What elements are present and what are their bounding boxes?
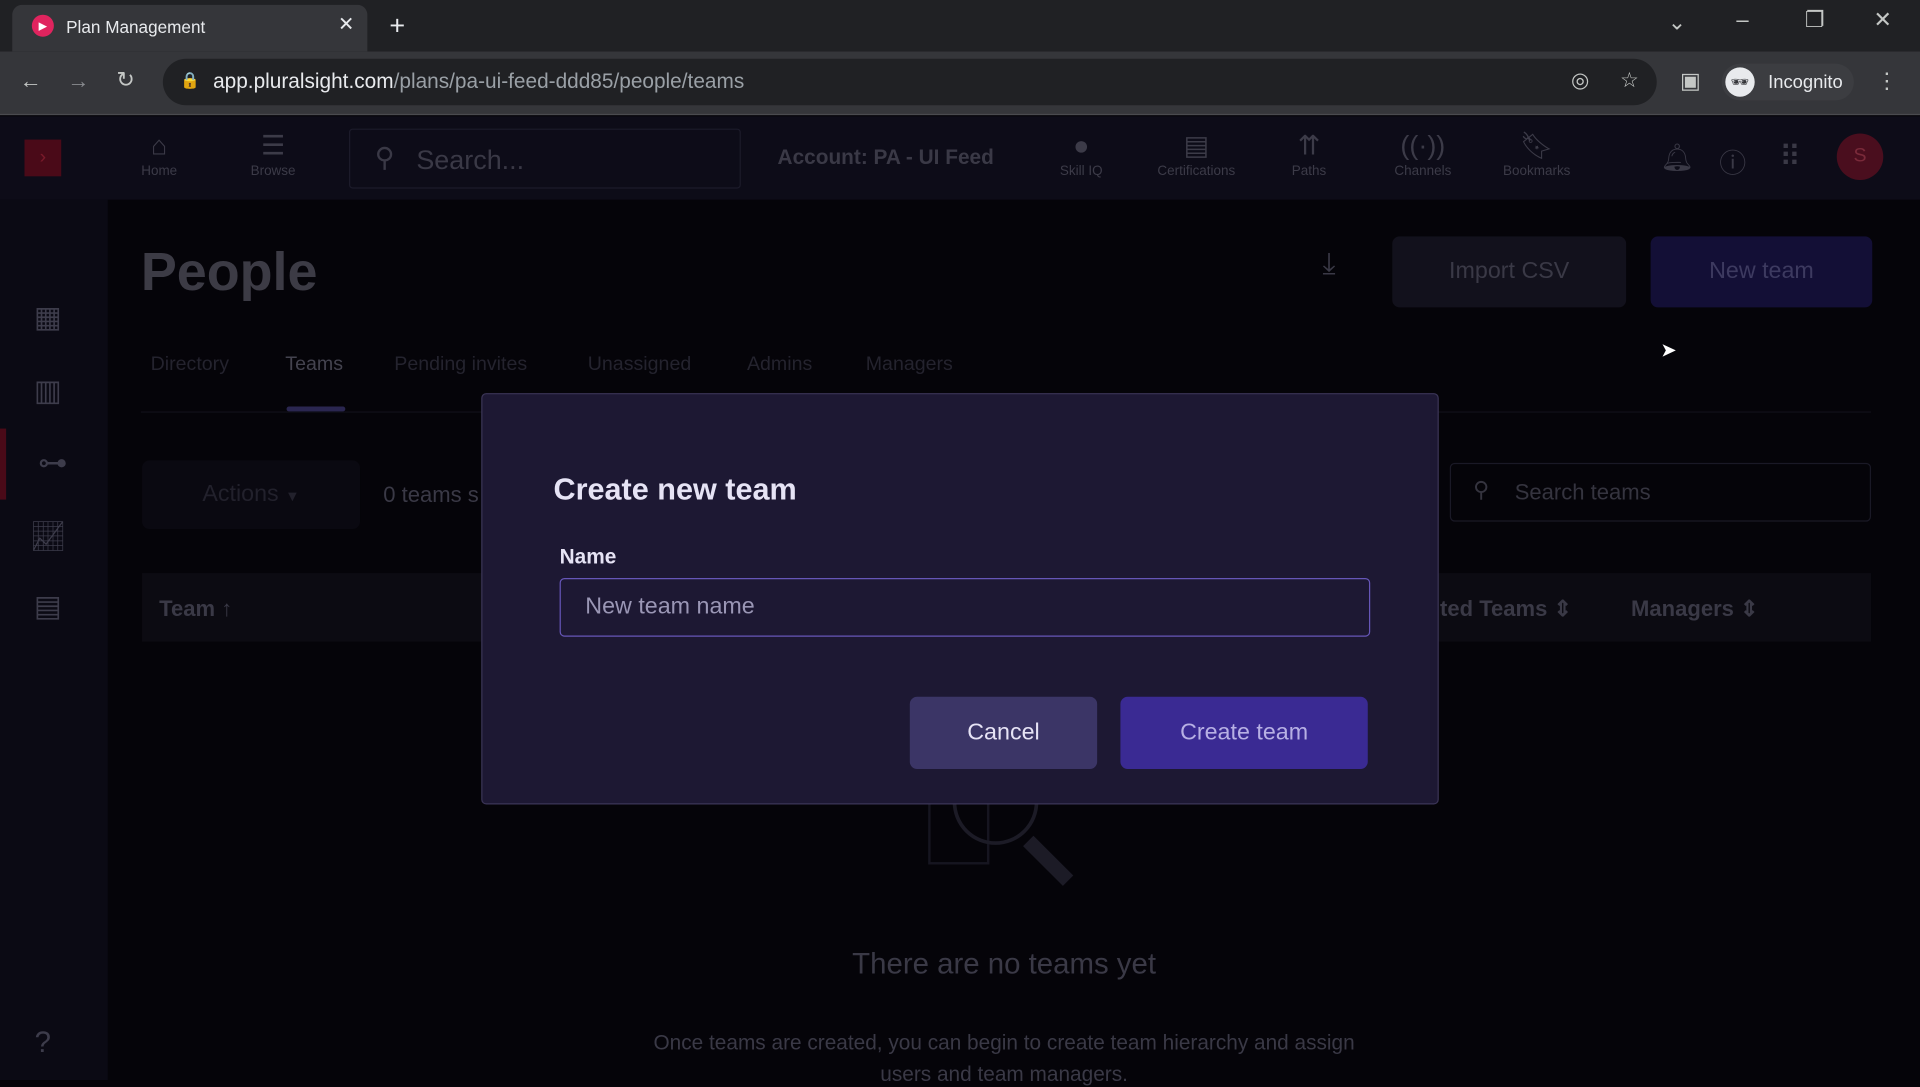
search-teams-placeholder: Search teams xyxy=(1514,480,1651,505)
column-managers[interactable]: Managers ⇕ xyxy=(1631,596,1759,622)
search-icon: ⚲ xyxy=(374,142,395,173)
sidebar-active-indicator xyxy=(0,428,7,500)
search-icon: ⚲ xyxy=(1473,477,1490,503)
modal-title: Create new team xyxy=(553,472,797,507)
dashboard-icon[interactable]: ▦ xyxy=(29,300,66,337)
certifications-icon: ▤ xyxy=(1183,129,1210,161)
nav-label: Certifications xyxy=(1157,164,1236,179)
close-window-icon[interactable]: ✕ xyxy=(1873,7,1891,33)
empty-description: Once teams are created, you can begin to… xyxy=(653,1031,1355,1055)
teams-count: 0 teams s xyxy=(383,482,479,507)
nav-home[interactable]: ⌂ Home xyxy=(116,130,202,179)
nav-label: Paths xyxy=(1291,164,1327,179)
pluralsight-logo[interactable]: › xyxy=(24,139,62,177)
nav-label: Browse xyxy=(250,164,296,179)
nav-bookmarks[interactable]: 🔖︎ Bookmarks xyxy=(1494,130,1580,179)
column-nested-teams[interactable]: ted Teams ⇕ xyxy=(1440,596,1572,622)
tab-active-underline xyxy=(286,406,346,412)
browser-tab[interactable]: ▶ Plan Management ✕ xyxy=(12,4,368,52)
minimize-icon[interactable]: – xyxy=(1736,7,1748,33)
tab-managers[interactable]: Managers xyxy=(866,354,953,376)
tab-directory[interactable]: Directory xyxy=(151,354,229,376)
pluralsight-favicon: ▶ xyxy=(31,14,54,37)
account-label: Account: PA - UI Feed xyxy=(777,145,994,169)
analytics-icon[interactable]: 📈︎ xyxy=(29,519,66,556)
import-csv-button[interactable]: Import CSV xyxy=(1392,236,1627,308)
profile-label: Incognito xyxy=(1768,72,1843,94)
lock-icon: 🔒 xyxy=(180,71,200,90)
close-tab-icon[interactable]: ✕ xyxy=(338,12,354,36)
channels-icon: ((·)) xyxy=(1400,129,1446,161)
help-circle-icon[interactable]: ? xyxy=(24,1026,61,1063)
tab-teams[interactable]: Teams xyxy=(285,354,343,376)
create-team-modal: Create new team Name Cancel Create team xyxy=(481,393,1439,805)
empty-title: There are no teams yet xyxy=(852,947,1157,981)
incognito-badge[interactable]: 🕶 Incognito xyxy=(1721,63,1854,101)
nav-label: Skill IQ xyxy=(1059,164,1103,179)
new-tab-icon[interactable]: + xyxy=(389,10,405,42)
menu-icon[interactable]: ⋮ xyxy=(1876,69,1898,95)
plan-icon[interactable]: ▥ xyxy=(29,373,66,410)
back-icon[interactable]: ← xyxy=(20,69,42,95)
restore-icon[interactable]: ❐ xyxy=(1805,7,1825,33)
nav-channels[interactable]: ((·)) Channels xyxy=(1380,130,1466,179)
reports-icon[interactable]: ▤ xyxy=(29,589,66,626)
skill-iq-icon: ● xyxy=(1073,129,1090,161)
actions-dropdown[interactable]: Actions ▼ xyxy=(142,460,361,529)
url-bar[interactable]: 🔒 app.pluralsight.com/plans/pa-ui-feed-d… xyxy=(162,58,1657,106)
incognito-icon: 🕶 xyxy=(1725,67,1755,97)
mouse-cursor: ➤ xyxy=(1660,340,1677,362)
empty-description-2: users and team managers. xyxy=(880,1062,1128,1087)
side-panel-icon[interactable]: ▣ xyxy=(1680,69,1701,95)
cancel-button[interactable]: Cancel xyxy=(909,696,1098,769)
browse-icon: ☰ xyxy=(260,129,286,161)
help-icon[interactable]: ⓘ xyxy=(1719,142,1746,181)
team-name-input[interactable] xyxy=(559,577,1371,637)
nav-label: Bookmarks xyxy=(1503,164,1571,179)
global-search[interactable]: ⚲ Search... xyxy=(348,128,741,189)
bookmark-icon: 🔖︎ xyxy=(1519,129,1554,161)
apps-grid-icon[interactable]: ⠿ xyxy=(1779,140,1801,176)
paths-icon: ⇈ xyxy=(1297,129,1321,161)
nav-label: Home xyxy=(141,164,178,179)
url-text: app.pluralsight.com/plans/pa-ui-feed-ddd… xyxy=(213,70,744,94)
nav-paths[interactable]: ⇈ Paths xyxy=(1266,130,1352,179)
search-teams-input[interactable]: ⚲ Search teams xyxy=(1449,462,1872,522)
caret-down-icon: ▼ xyxy=(285,487,300,505)
download-icon[interactable]: ⤓ xyxy=(1322,247,1335,281)
people-hierarchy-icon[interactable]: ⊶ xyxy=(34,446,71,483)
tab-admins[interactable]: Admins xyxy=(747,354,812,376)
url-host: app.pluralsight.com xyxy=(213,69,394,94)
tab-unassigned[interactable]: Unassigned xyxy=(588,354,691,376)
nav-label: Channels xyxy=(1394,164,1452,179)
column-team[interactable]: Team ↑ xyxy=(159,596,232,622)
eye-off-icon[interactable]: ◎ xyxy=(1571,69,1589,93)
nav-skill-iq[interactable]: ● Skill IQ xyxy=(1038,130,1124,179)
bell-icon[interactable]: 🔔︎ xyxy=(1660,142,1694,174)
search-placeholder: Search... xyxy=(416,144,525,176)
new-team-button[interactable]: New team xyxy=(1650,236,1873,308)
home-icon: ⌂ xyxy=(151,129,168,161)
actions-label: Actions xyxy=(202,481,279,507)
url-path: /plans/pa-ui-feed-ddd85/people/teams xyxy=(393,69,745,94)
page-title: People xyxy=(140,242,318,303)
create-team-button[interactable]: Create team xyxy=(1120,696,1368,769)
forward-icon[interactable]: → xyxy=(67,69,89,95)
tab-search-icon[interactable]: ⌄ xyxy=(1668,10,1686,36)
tab-title: Plan Management xyxy=(66,17,206,37)
avatar[interactable]: S xyxy=(1836,133,1884,181)
star-icon[interactable]: ☆ xyxy=(1620,69,1639,93)
reload-icon[interactable]: ↻ xyxy=(116,67,134,93)
nav-certifications[interactable]: ▤ Certifications xyxy=(1152,130,1240,179)
name-label: Name xyxy=(559,544,617,569)
nav-browse[interactable]: ☰ Browse xyxy=(230,130,316,179)
tab-pending-invites[interactable]: Pending invites xyxy=(394,354,527,376)
